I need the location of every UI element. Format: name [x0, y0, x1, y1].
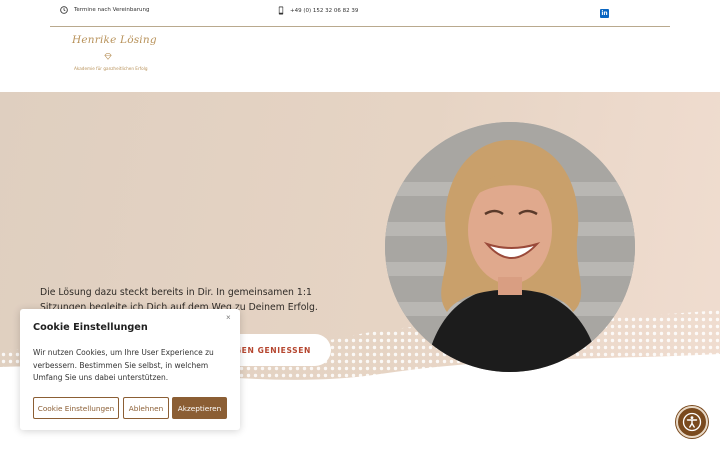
cookie-title: Cookie Einstellungen — [33, 322, 148, 333]
page: Termine nach Vereinbarung +49 (0) 152 32… — [0, 0, 720, 450]
phone-icon — [278, 6, 284, 15]
phone-number[interactable]: +49 (0) 152 32 06 82 39 — [290, 8, 358, 14]
cookie-banner: Cookie Einstellungen × Wir nutzen Cookie… — [20, 309, 240, 430]
opening-hours: Termine nach Vereinbarung — [60, 6, 149, 14]
accessibility-icon — [682, 412, 702, 432]
phone-contact[interactable]: +49 (0) 152 32 06 82 39 — [278, 6, 358, 15]
logo-tagline: Akademie für ganzheitlichen Erfolg — [74, 66, 148, 71]
cookie-text: Wir nutzen Cookies, um Ihre User Experie… — [33, 348, 214, 382]
cookie-reject-button[interactable]: Ablehnen — [123, 397, 169, 419]
accessibility-button[interactable] — [676, 406, 708, 438]
logo[interactable]: Henrike Lösing Akademie für ganzheitlich… — [72, 34, 157, 74]
clock-icon — [60, 6, 68, 14]
diamond-icon — [104, 53, 112, 60]
opening-hours-text: Termine nach Vereinbarung — [74, 7, 150, 13]
portrait-illustration — [385, 122, 635, 372]
top-bar: Termine nach Vereinbarung +49 (0) 152 32… — [50, 0, 670, 27]
cookie-accept-button[interactable]: Akzeptieren — [172, 397, 227, 419]
close-icon[interactable]: × — [226, 313, 231, 322]
logo-script: Henrike Lösing — [72, 34, 157, 46]
portrait-photo — [385, 122, 635, 372]
cookie-settings-button[interactable]: Cookie Einstellungen — [33, 397, 119, 419]
linkedin-icon[interactable]: in — [600, 9, 609, 18]
